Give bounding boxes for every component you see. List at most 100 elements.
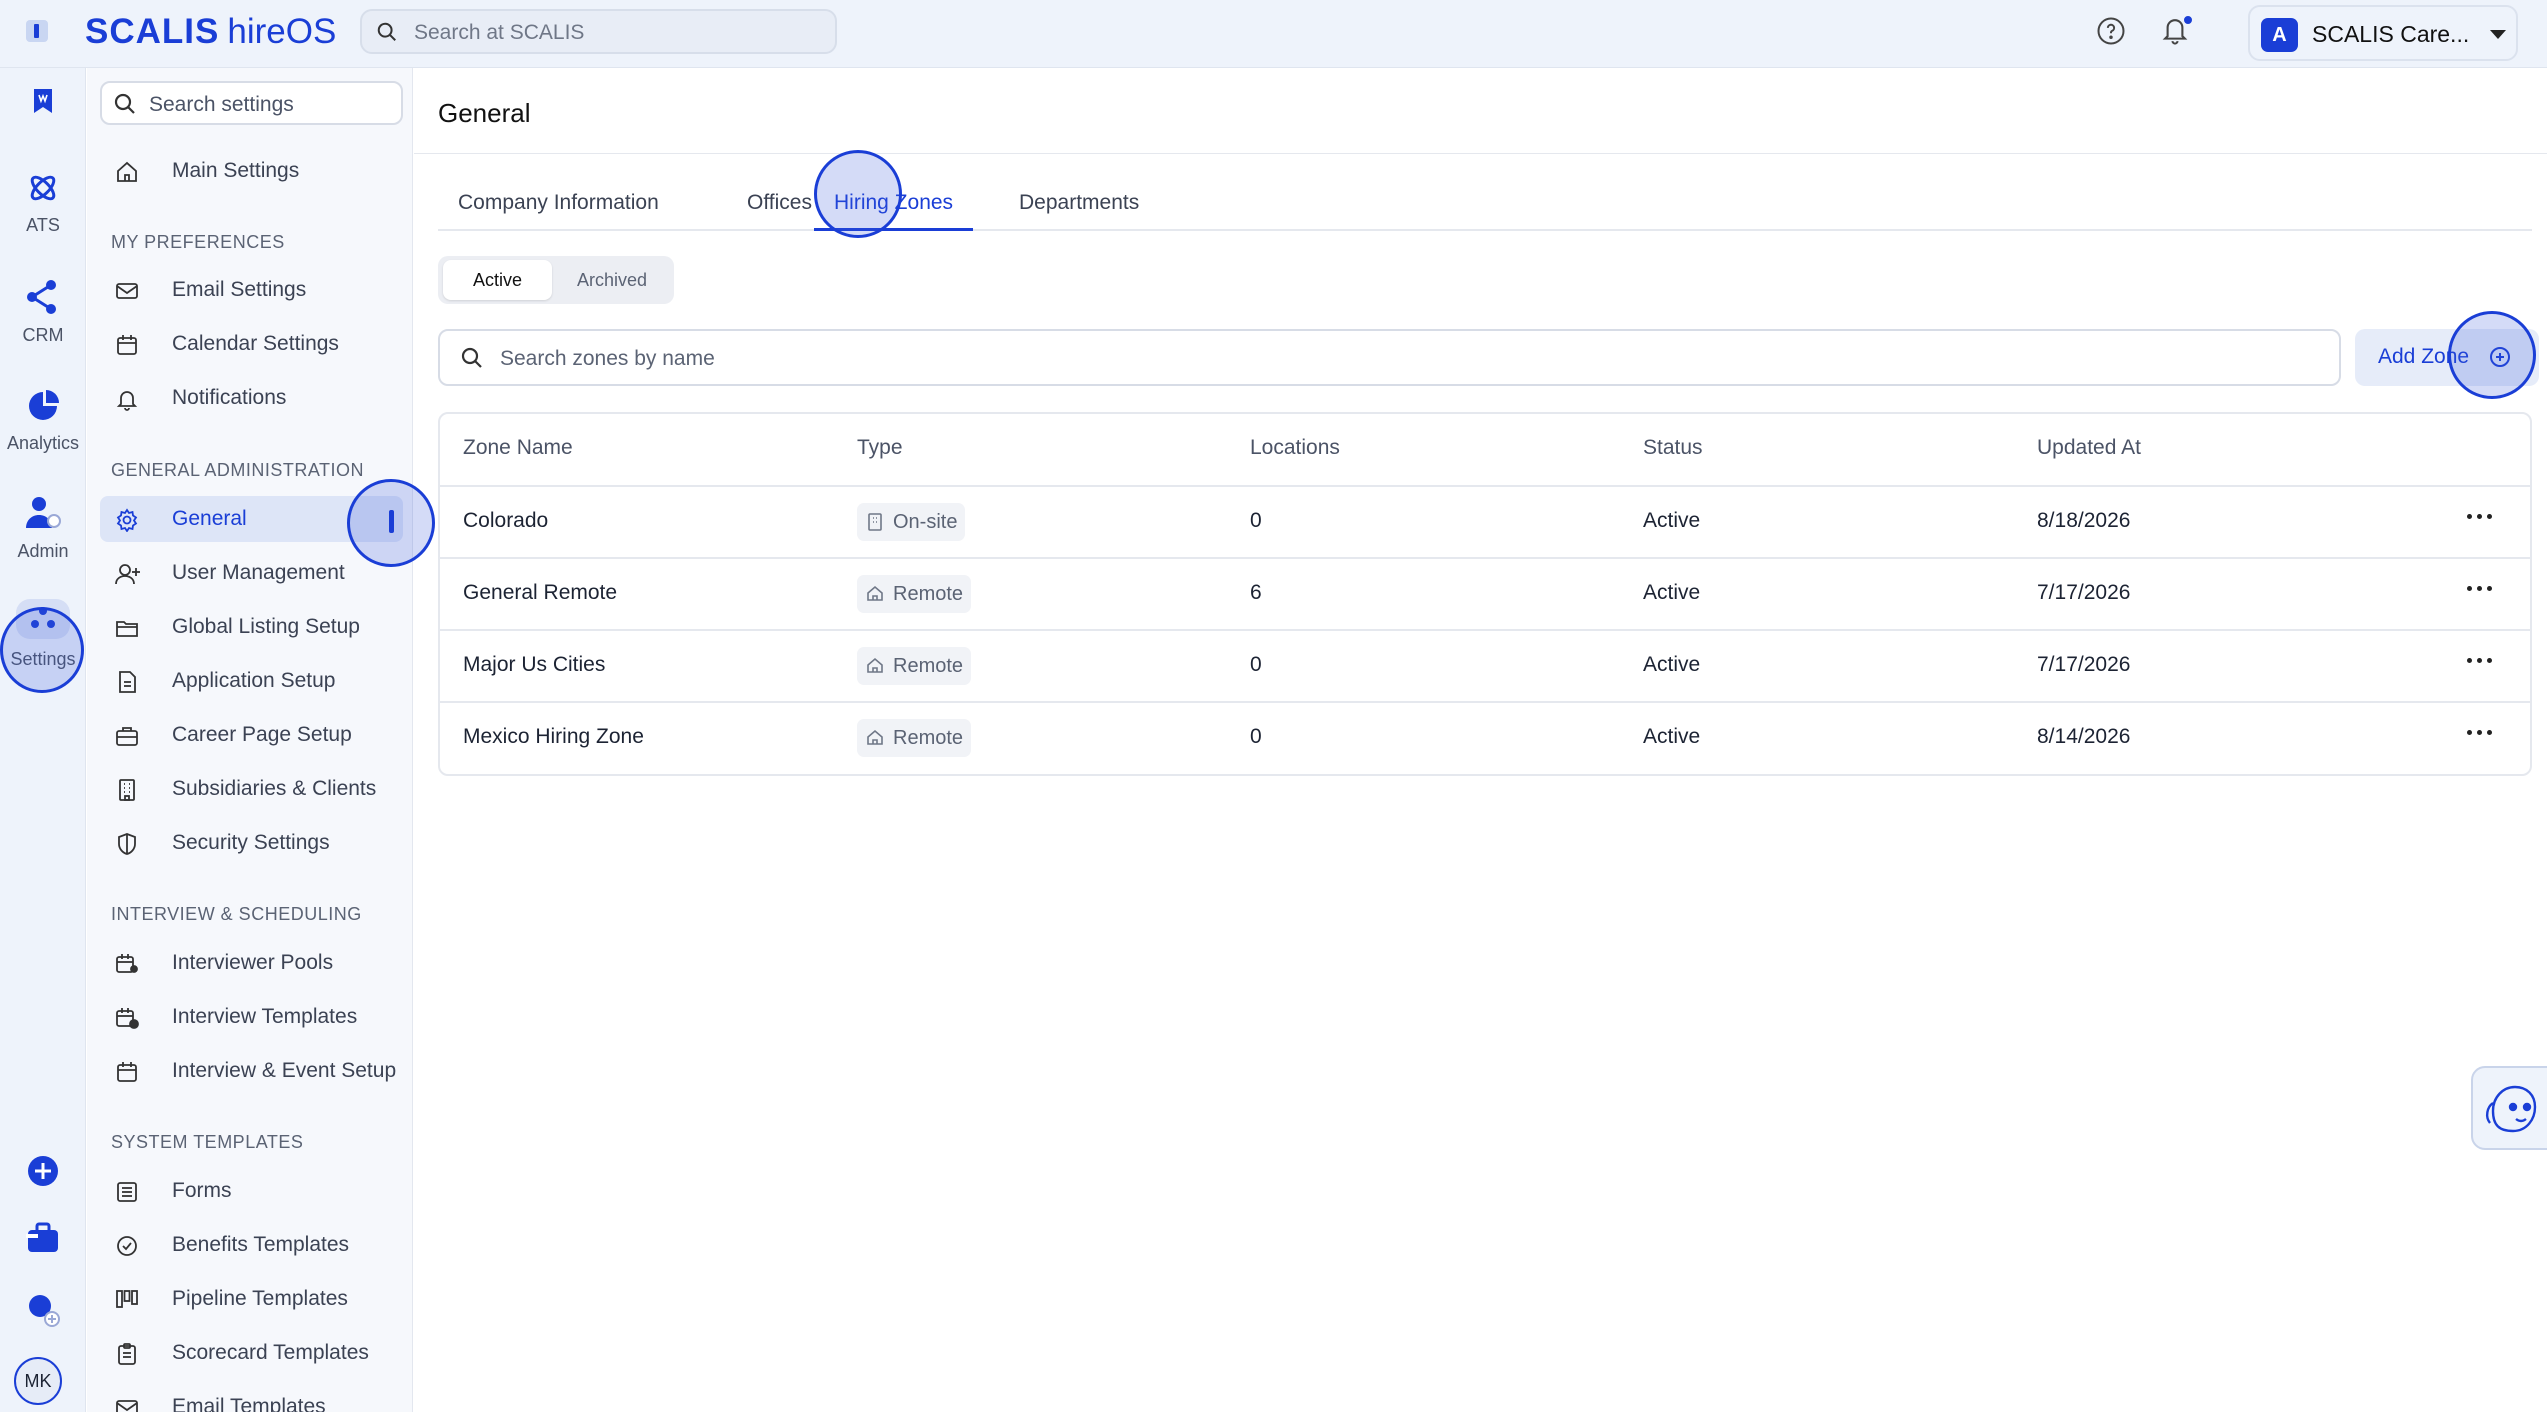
user-avatar[interactable]: MK [14, 1357, 62, 1405]
settings-search-input[interactable]: Search settings [100, 81, 403, 125]
sidebar-item-general[interactable]: General [100, 496, 403, 542]
column-header[interactable]: Updated At [2037, 436, 2141, 460]
table-row[interactable]: Colorado On-site 0 Active 8/18/2026 [440, 487, 2530, 559]
section-title-general-admin: GENERAL ADMINISTRATION [111, 460, 365, 480]
column-header[interactable]: Locations [1250, 436, 1340, 460]
zone-name: Colorado [463, 509, 549, 532]
analytics-icon [0, 389, 86, 423]
column-header[interactable]: Status [1643, 436, 1703, 460]
global-search-placeholder: Search at SCALIS [414, 21, 585, 44]
sidebar-item-subsidiaries-clients[interactable]: Subsidiaries & Clients [100, 766, 403, 812]
sidebar-item-interview-event-setup[interactable]: Interview & Event Setup [100, 1048, 403, 1094]
global-search-input[interactable]: Search at SCALIS [360, 9, 837, 54]
sidebar-item-label: Benefits Templates [172, 1233, 350, 1256]
more-options-icon[interactable] [2467, 514, 2495, 522]
sidebar-item-label: Scorecard Templates [172, 1341, 369, 1364]
sidebar-item-scorecard-templates[interactable]: Scorecard Templates [100, 1330, 403, 1376]
shield-icon [115, 832, 139, 856]
logo-main: SCALIS [85, 12, 220, 51]
sidebar-item-label: Main Settings [172, 159, 300, 182]
document-icon [115, 670, 139, 694]
locations-count: 6 [1250, 581, 1262, 604]
org-logo: A [2261, 18, 2298, 52]
sidebar-item-user-management[interactable]: User Management [100, 550, 403, 596]
rail-add-user[interactable] [0, 1293, 86, 1327]
rail-ats[interactable]: ATS [0, 171, 86, 236]
rail-label-analytics: Analytics [6, 433, 80, 453]
plus-circle-icon [2488, 345, 2512, 374]
building-icon [868, 513, 882, 531]
more-options-icon[interactable] [2467, 730, 2495, 738]
divider [414, 153, 2547, 154]
pipeline-icon [115, 1288, 139, 1312]
rail-create[interactable] [0, 1154, 86, 1188]
sidebar-item-forms[interactable]: Forms [100, 1168, 403, 1214]
tab-hiring-zones[interactable]: Hiring Zones [814, 183, 974, 231]
rail-bookmark[interactable] [0, 87, 86, 115]
zone-search-input[interactable]: Search zones by name [438, 329, 2341, 386]
settings-sidebar: Search settings Main Settings MY PREFERE… [87, 68, 413, 1412]
ats-icon [0, 171, 86, 205]
search-icon [460, 346, 484, 375]
locations-count: 0 [1250, 509, 1262, 532]
segment-active[interactable]: Active [443, 260, 552, 300]
section-title-system-templates: SYSTEM TEMPLATES [111, 1132, 304, 1152]
type-badge: On-site [857, 503, 966, 541]
bell-icon [115, 387, 139, 411]
calendar-users-icon [115, 952, 139, 976]
rail-label-crm: CRM [22, 325, 64, 345]
sidebar-item-global-listing-setup[interactable]: Global Listing Setup [100, 604, 403, 650]
sidebar-item-security-settings[interactable]: Security Settings [100, 820, 403, 866]
sidebar-item-email-settings[interactable]: Email Settings [100, 267, 403, 313]
app-logo[interactable]: SCALIS hireOS [85, 12, 336, 52]
sidebar-item-benefits-templates[interactable]: Benefits Templates [100, 1222, 403, 1268]
zone-status: Active [1643, 581, 1701, 604]
table-row[interactable]: Major Us Cities Remote 0 Active 7/17/202… [440, 631, 2530, 703]
assistant-dog-icon [2485, 1085, 2537, 1133]
rail-settings[interactable]: Settings [0, 599, 86, 670]
sidebar-item-label: Email Templates [172, 1395, 326, 1412]
sidebar-item-email-templates[interactable]: Email Templates [100, 1384, 403, 1412]
column-header[interactable]: Zone Name [463, 436, 573, 460]
org-switcher[interactable]: A SCALIS Care... [2248, 5, 2518, 61]
assistant-button[interactable] [2471, 1066, 2547, 1150]
sidebar-item-main-settings[interactable]: Main Settings [100, 148, 403, 194]
gear-icon [115, 508, 139, 533]
table-row[interactable]: Mexico Hiring Zone Remote 0 Active 8/14/… [440, 703, 2530, 775]
rail-analytics[interactable]: Analytics [0, 389, 86, 454]
admin-icon [0, 495, 86, 531]
rail-crm[interactable]: CRM [0, 279, 86, 346]
sidebar-item-label: Interview & Event Setup [172, 1059, 397, 1082]
type-label: Remote [893, 583, 964, 605]
help-icon[interactable] [2096, 16, 2126, 46]
sidebar-item-calendar-settings[interactable]: Calendar Settings [100, 321, 403, 367]
sidebar-item-career-page-setup[interactable]: Career Page Setup [100, 712, 403, 758]
more-options-icon[interactable] [2467, 586, 2495, 594]
user-plus-icon [115, 562, 140, 586]
hiring-zones-table: Zone Name Type Locations Status Updated … [438, 412, 2532, 776]
table-row[interactable]: General Remote Remote 6 Active 7/17/2026 [440, 559, 2530, 631]
list-icon [115, 1180, 139, 1204]
sidebar-item-application-setup[interactable]: Application Setup [100, 658, 403, 704]
add-zone-button[interactable]: Add Zone [2355, 329, 2539, 386]
crm-icon [0, 279, 86, 315]
more-options-icon[interactable] [2467, 658, 2495, 666]
type-badge: Remote [857, 575, 972, 613]
sidebar-item-interview-templates[interactable]: Interview Templates [100, 994, 403, 1040]
column-header[interactable]: Type [857, 436, 903, 460]
logo-sub: hireOS [227, 12, 337, 51]
tab-departments[interactable]: Departments [999, 183, 1159, 231]
type-badge: Remote [857, 647, 972, 685]
rail-admin[interactable]: Admin [0, 495, 86, 562]
brand-icon[interactable] [26, 20, 48, 42]
rail-jobs[interactable] [0, 1222, 86, 1254]
sidebar-item-label: Interview Templates [172, 1005, 358, 1028]
user-add-icon [0, 1293, 86, 1327]
sidebar-item-interviewer-pools[interactable]: Interviewer Pools [100, 940, 403, 986]
sidebar-item-pipeline-templates[interactable]: Pipeline Templates [100, 1276, 403, 1322]
segment-archived[interactable]: Archived [556, 260, 668, 300]
tab-company-information[interactable]: Company Information [438, 183, 679, 231]
home-icon [867, 729, 883, 745]
sidebar-item-notifications[interactable]: Notifications [100, 375, 403, 421]
zone-status: Active [1643, 725, 1701, 748]
